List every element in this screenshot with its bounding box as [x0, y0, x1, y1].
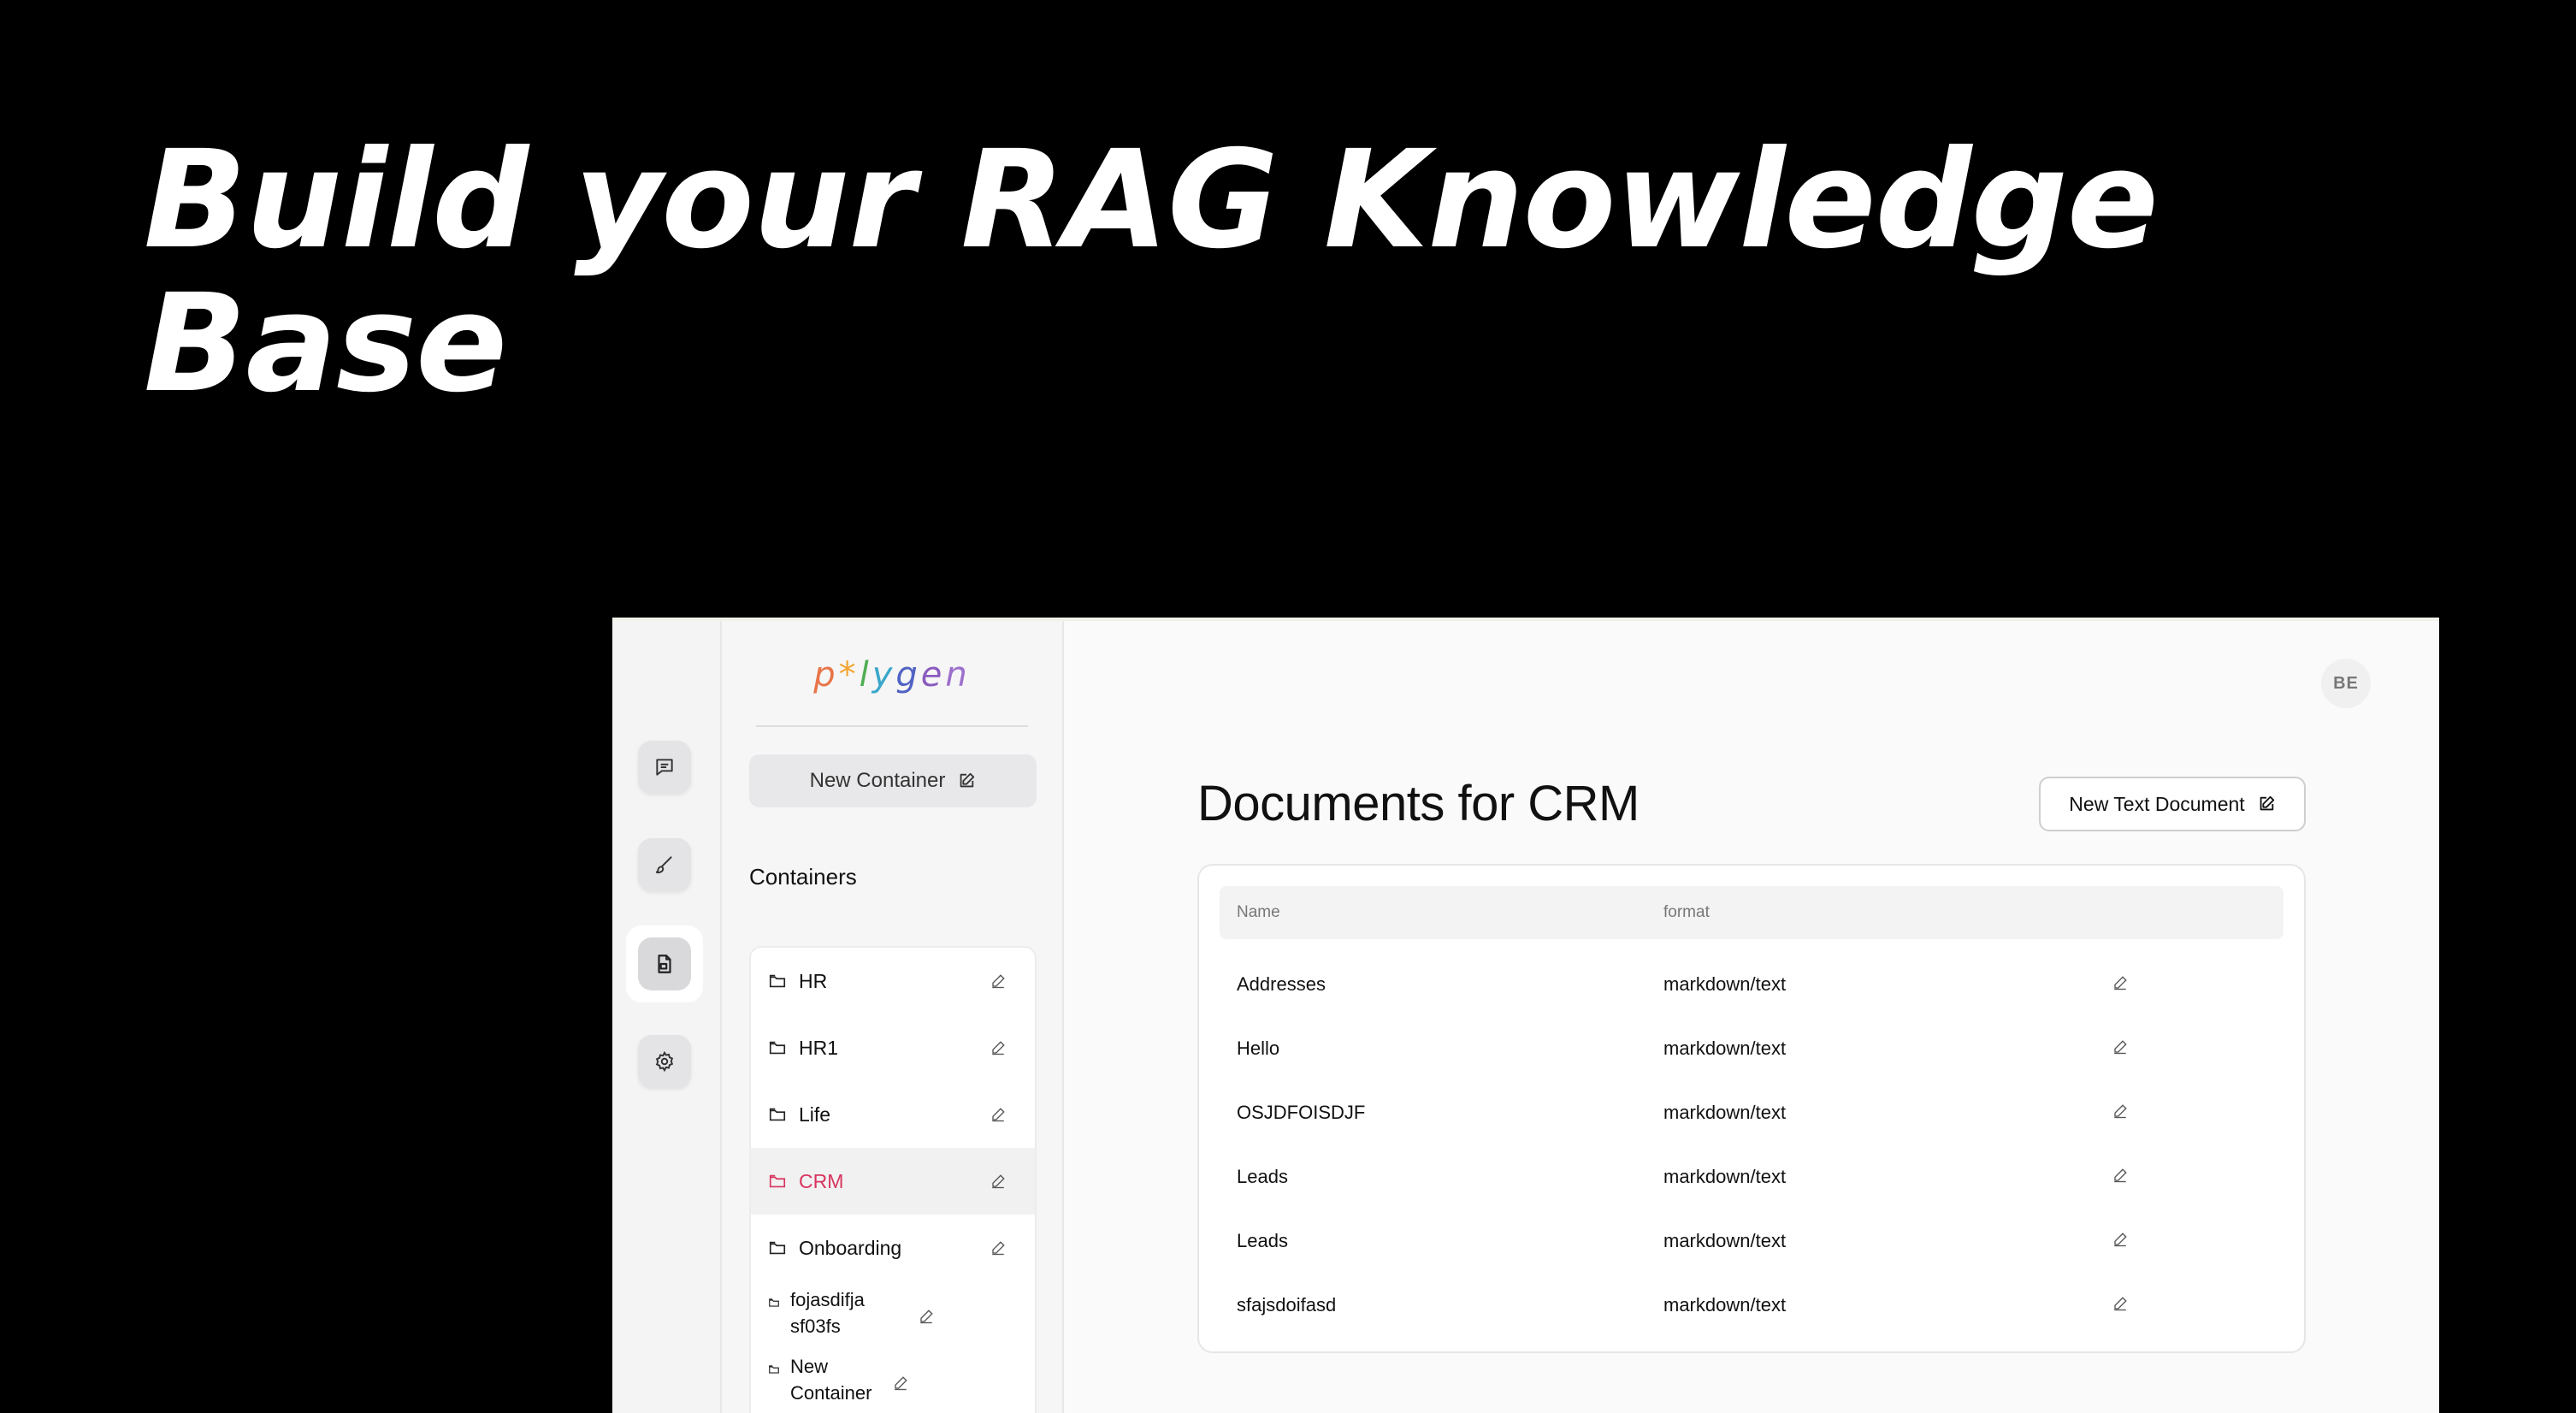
folder-icon: [769, 1298, 779, 1307]
rail-settings-button[interactable]: [638, 1035, 691, 1088]
table-row[interactable]: Leads markdown/text: [1220, 1144, 2284, 1208]
new-text-document-label: New Text Document: [2069, 792, 2245, 815]
container-label: CRM: [799, 1169, 844, 1192]
document-icon: [658, 955, 671, 973]
container-item-new-container[interactable]: New Container: [751, 1350, 1035, 1413]
pencil-icon[interactable]: [2112, 1232, 2128, 1247]
pencil-icon[interactable]: [2112, 1103, 2128, 1119]
page-title: Documents for CRM: [1197, 776, 1640, 831]
container-label: Onboarding: [799, 1236, 902, 1259]
rail-brush-button[interactable]: [638, 838, 691, 891]
app-window: p*lygen New Container Containers HR HR1 …: [612, 618, 2439, 1413]
table-row[interactable]: Leads markdown/text: [1220, 1208, 2284, 1272]
document-name: OSJDFOISDJF: [1237, 1102, 1366, 1123]
pencil-icon[interactable]: [990, 1040, 1006, 1055]
folder-icon: [769, 1174, 786, 1188]
containers-heading: Containers: [749, 864, 857, 890]
gear-icon: [655, 1050, 674, 1073]
pencil-icon[interactable]: [2112, 1296, 2128, 1311]
container-label: HR: [799, 969, 828, 992]
document-name: Hello: [1237, 1038, 1280, 1059]
container-label: Life: [799, 1103, 831, 1126]
documents-main: BE Documents for CRM New Text Document N…: [1064, 621, 2439, 1413]
pencil-icon[interactable]: [2112, 975, 2128, 990]
document-format: markdown/text: [1663, 1230, 1787, 1251]
hero-line-2: Base: [144, 265, 507, 423]
brush-icon: [655, 856, 672, 874]
logo-letter: p: [813, 655, 839, 695]
document-name: Addresses: [1237, 973, 1326, 995]
table-row[interactable]: sfajsdoifasd markdown/text: [1220, 1272, 2284, 1336]
column-header-name: Name: [1237, 903, 1280, 921]
folder-icon: [769, 1041, 786, 1055]
hero-heading: Build your RAG Knowledge Base: [144, 128, 2367, 416]
document-name: Leads: [1237, 1230, 1288, 1251]
container-label: New Container: [790, 1356, 872, 1404]
pencil-icon[interactable]: [990, 1174, 1006, 1189]
edit-icon: [960, 772, 975, 788]
edit-icon: [2260, 795, 2274, 811]
containers-sidebar: p*lygen New Container Containers HR HR1 …: [722, 621, 1064, 1413]
polygen-logo: p*lygen: [722, 655, 1062, 695]
new-container-label: New Container: [809, 769, 946, 792]
logo-letter: g: [895, 655, 921, 695]
pencil-icon[interactable]: [990, 1240, 1006, 1256]
hero-line-1: Build your RAG Knowledge: [144, 121, 2159, 279]
document-format: markdown/text: [1663, 1294, 1787, 1315]
logo-letter: n: [945, 655, 971, 695]
logo-letter: e: [920, 655, 946, 695]
rail-documents-button[interactable]: [626, 925, 703, 1002]
logo-letter: y: [871, 655, 896, 695]
logo-letter: l: [859, 655, 872, 695]
container-item-life[interactable]: Life: [751, 1081, 1035, 1148]
document-format: markdown/text: [1663, 1038, 1787, 1059]
folder-icon: [769, 1108, 786, 1121]
table-row[interactable]: OSJDFOISDJF markdown/text: [1220, 1079, 2284, 1144]
pencil-icon[interactable]: [990, 1107, 1006, 1122]
containers-list: HR HR1 Life CRM Onboarding fojasdifja sf…: [749, 946, 1037, 1413]
folder-icon: [769, 974, 786, 988]
rail-documents-button-inner: [638, 937, 691, 990]
folder-icon: [769, 1241, 786, 1255]
new-text-document-button[interactable]: New Text Document: [2039, 777, 2306, 831]
new-container-button[interactable]: New Container: [749, 754, 1037, 807]
container-item-hr[interactable]: HR: [751, 948, 1035, 1014]
logo-letter: *: [838, 655, 860, 695]
document-format: markdown/text: [1663, 1102, 1787, 1123]
rail-chat-button[interactable]: [638, 741, 691, 794]
table-row[interactable]: Addresses markdown/text: [1220, 951, 2284, 1015]
chat-icon: [656, 759, 673, 776]
container-label: fojasdifja sf03fs: [790, 1289, 865, 1337]
container-label: HR1: [799, 1036, 839, 1059]
container-item-crm[interactable]: CRM: [751, 1148, 1035, 1215]
pencil-icon[interactable]: [919, 1309, 934, 1324]
container-item-onboarding[interactable]: Onboarding: [751, 1215, 1035, 1281]
document-format: markdown/text: [1663, 973, 1787, 995]
pencil-icon[interactable]: [990, 973, 1006, 989]
document-format: markdown/text: [1663, 1166, 1787, 1187]
avatar[interactable]: BE: [2321, 659, 2371, 708]
pencil-icon[interactable]: [893, 1375, 908, 1391]
table-row[interactable]: Hello markdown/text: [1220, 1015, 2284, 1079]
container-item-hr1[interactable]: HR1: [751, 1014, 1035, 1081]
column-header-format: format: [1663, 903, 1710, 921]
documents-table: Name format Addresses markdown/text Hell…: [1197, 864, 2306, 1353]
sidebar-divider: [756, 725, 1028, 727]
folder-icon: [769, 1365, 779, 1374]
document-name: sfajsdoifasd: [1237, 1294, 1337, 1315]
table-header: Name format: [1220, 886, 2284, 939]
pencil-icon[interactable]: [2112, 1039, 2128, 1055]
icon-rail: [612, 621, 722, 1413]
document-name: Leads: [1237, 1166, 1288, 1187]
pencil-icon[interactable]: [2112, 1168, 2128, 1183]
container-item-fojasdifja[interactable]: fojasdifja sf03fs: [751, 1283, 1035, 1346]
